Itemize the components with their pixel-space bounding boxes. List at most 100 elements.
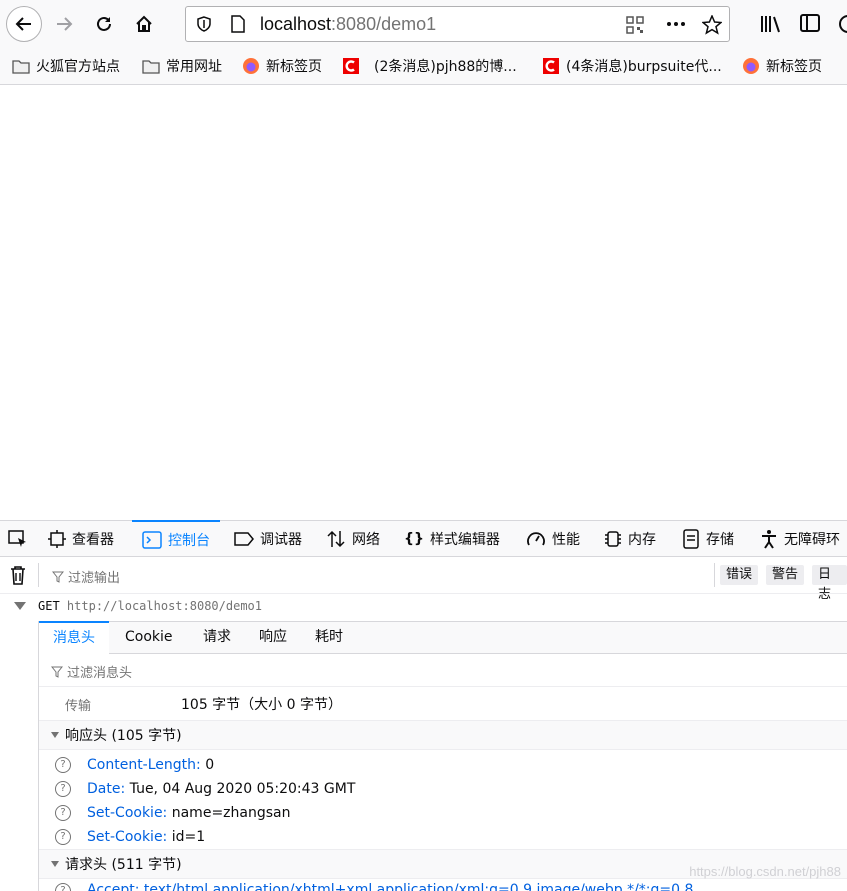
header-name-value: Content-Length: 0 bbox=[87, 753, 214, 777]
details-tabs: 消息头 Cookie 请求 响应 耗时 bbox=[39, 621, 847, 655]
transfer-value: 105 字节（大小 0 字节） bbox=[181, 697, 342, 713]
bookmarks-toolbar: 火狐官方站点 常用网址 新标签页 (2条消息)pjh88的博... (4条消息)… bbox=[0, 48, 847, 85]
bookmark-star-icon[interactable] bbox=[702, 15, 722, 35]
braces-icon: {} bbox=[404, 531, 424, 547]
headers-filter[interactable]: 过滤消息头 bbox=[39, 654, 847, 687]
header-row: ? Date: Tue, 04 Aug 2020 05:20:43 GMT bbox=[39, 777, 847, 801]
response-headers-section[interactable]: 响应头 (105 字节) bbox=[39, 720, 847, 750]
reload-button[interactable] bbox=[88, 8, 120, 40]
filter-warnings-button[interactable]: 警告 bbox=[766, 565, 805, 585]
memory-chip-icon bbox=[605, 531, 621, 547]
tab-memory[interactable]: 内存 bbox=[604, 521, 656, 557]
filter-funnel-icon bbox=[52, 571, 64, 583]
browser-toolbar: localhost:8080/demo1 bbox=[0, 0, 847, 48]
help-icon[interactable]: ? bbox=[55, 757, 71, 773]
back-button[interactable] bbox=[6, 6, 42, 42]
trash-icon[interactable] bbox=[10, 565, 26, 585]
tab-label: 调试器 bbox=[260, 532, 302, 548]
bookmark-label: 新标签页 bbox=[266, 59, 322, 75]
qr-code-icon[interactable] bbox=[626, 16, 644, 34]
watermark: https://blog.csdn.net/pjh88 bbox=[689, 864, 841, 879]
filter-funnel-icon bbox=[51, 666, 63, 678]
tab-label: 查看器 bbox=[72, 532, 114, 548]
tab-label: 样式编辑器 bbox=[429, 532, 500, 548]
csdn-icon bbox=[343, 58, 359, 74]
tab-cookies[interactable]: Cookie bbox=[111, 622, 187, 654]
tab-headers[interactable]: 消息头 bbox=[39, 621, 109, 655]
csdn-icon bbox=[543, 58, 559, 74]
tab-timings[interactable]: 耗时 bbox=[301, 622, 357, 654]
request-url[interactable]: http://localhost:8080/demo1 bbox=[67, 599, 262, 613]
home-icon bbox=[136, 15, 152, 32]
headers-filter-input[interactable]: 过滤消息头 bbox=[51, 662, 132, 681]
firefox-icon bbox=[243, 58, 259, 74]
header-name-value: Date: Tue, 04 Aug 2020 05:20:43 GMT bbox=[87, 777, 355, 801]
home-button[interactable] bbox=[128, 8, 160, 40]
storage-icon bbox=[683, 529, 699, 549]
severity-separator bbox=[714, 563, 715, 587]
tab-style-editor[interactable]: {} 样式编辑器 bbox=[404, 521, 500, 557]
url-path: :8080/demo1 bbox=[331, 14, 437, 34]
header-row: ? Set-Cookie: id=1 bbox=[39, 825, 847, 849]
firefox-icon bbox=[743, 58, 759, 74]
console-filter-input[interactable]: 过滤输出 bbox=[52, 567, 120, 586]
header-row-partial: ? Accept: text/html,application/xhtml+xm… bbox=[39, 881, 847, 891]
tab-label: 存储 bbox=[706, 532, 734, 548]
help-icon[interactable]: ? bbox=[55, 805, 71, 821]
account-icon[interactable] bbox=[838, 14, 847, 34]
console-filter-bar: 过滤输出 错误 警告 日志 bbox=[0, 557, 847, 602]
library-icon[interactable] bbox=[760, 14, 782, 34]
page-content bbox=[0, 85, 847, 520]
folder-icon bbox=[142, 60, 160, 74]
header-value: name=zhangsan bbox=[171, 805, 291, 821]
bookmark-folder-firefox[interactable]: 火狐官方站点 bbox=[12, 56, 120, 76]
gauge-icon bbox=[527, 532, 545, 546]
bookmark-csdn-1[interactable]: (2条消息)pjh88的博... bbox=[342, 56, 517, 76]
more-options-icon[interactable] bbox=[666, 21, 686, 27]
reload-icon bbox=[97, 16, 111, 31]
bookmark-csdn-2[interactable]: (4条消息)burpsuite代... bbox=[542, 56, 722, 76]
element-picker-icon[interactable] bbox=[8, 530, 28, 548]
tab-debugger[interactable]: 调试器 bbox=[234, 521, 302, 557]
help-icon[interactable]: ? bbox=[55, 829, 71, 845]
tab-response[interactable]: 响应 bbox=[245, 622, 301, 654]
filter-placeholder-text: 过滤输出 bbox=[68, 571, 121, 586]
page-icon[interactable] bbox=[230, 15, 246, 33]
request-details-panel: 消息头 Cookie 请求 响应 耗时 过滤消息头 传输 105 字节（大小 0… bbox=[38, 621, 847, 891]
inspector-icon bbox=[48, 530, 66, 548]
tab-performance[interactable]: 性能 bbox=[526, 521, 580, 557]
tab-console[interactable]: 控制台 bbox=[132, 520, 220, 558]
header-value: 0 bbox=[205, 757, 215, 773]
request-headers-title: 请求头 (511 字节) bbox=[65, 857, 182, 873]
bookmark-new-tab-1[interactable]: 新标签页 bbox=[242, 56, 322, 76]
bookmark-new-tab-2[interactable]: 新标签页 bbox=[742, 56, 822, 76]
bookmark-label: (4条消息)burpsuite代... bbox=[566, 59, 722, 75]
transfer-row: 传输 105 字节（大小 0 字节） bbox=[39, 687, 847, 720]
tab-inspector[interactable]: 查看器 bbox=[48, 521, 114, 557]
bookmark-folder-common[interactable]: 常用网址 bbox=[142, 56, 222, 76]
network-icon bbox=[327, 530, 345, 548]
tracking-protection-icon[interactable] bbox=[196, 16, 212, 32]
bookmark-label: 常用网址 bbox=[166, 59, 222, 75]
console-request-entry[interactable]: GET http://localhost:8080/demo1 bbox=[0, 593, 847, 621]
forward-button[interactable] bbox=[48, 8, 80, 40]
header-name: Date: bbox=[87, 781, 126, 797]
debugger-icon bbox=[234, 532, 254, 546]
filter-logs-button[interactable]: 日志 bbox=[812, 565, 847, 602]
header-value: Tue, 04 Aug 2020 05:20:43 GMT bbox=[129, 781, 356, 797]
response-headers-title: 响应头 (105 字节) bbox=[65, 728, 182, 744]
tab-accessibility[interactable]: 无障碍环 bbox=[760, 521, 840, 557]
url-bar[interactable]: localhost:8080/demo1 bbox=[185, 6, 730, 42]
tab-request[interactable]: 请求 bbox=[189, 622, 245, 654]
help-icon[interactable]: ? bbox=[55, 781, 71, 797]
help-icon[interactable]: ? bbox=[55, 883, 71, 891]
tab-network[interactable]: 网络 bbox=[326, 521, 380, 557]
sidebar-icon[interactable] bbox=[800, 14, 820, 32]
tab-storage[interactable]: 存储 bbox=[682, 521, 734, 557]
headers-filter-placeholder: 过滤消息头 bbox=[67, 666, 133, 681]
header-name: Content-Length: bbox=[87, 757, 201, 773]
request-method: GET bbox=[38, 599, 60, 613]
filter-errors-button[interactable]: 错误 bbox=[720, 565, 759, 585]
expand-triangle-icon[interactable] bbox=[14, 602, 26, 610]
header-name: Set-Cookie: bbox=[87, 805, 168, 821]
